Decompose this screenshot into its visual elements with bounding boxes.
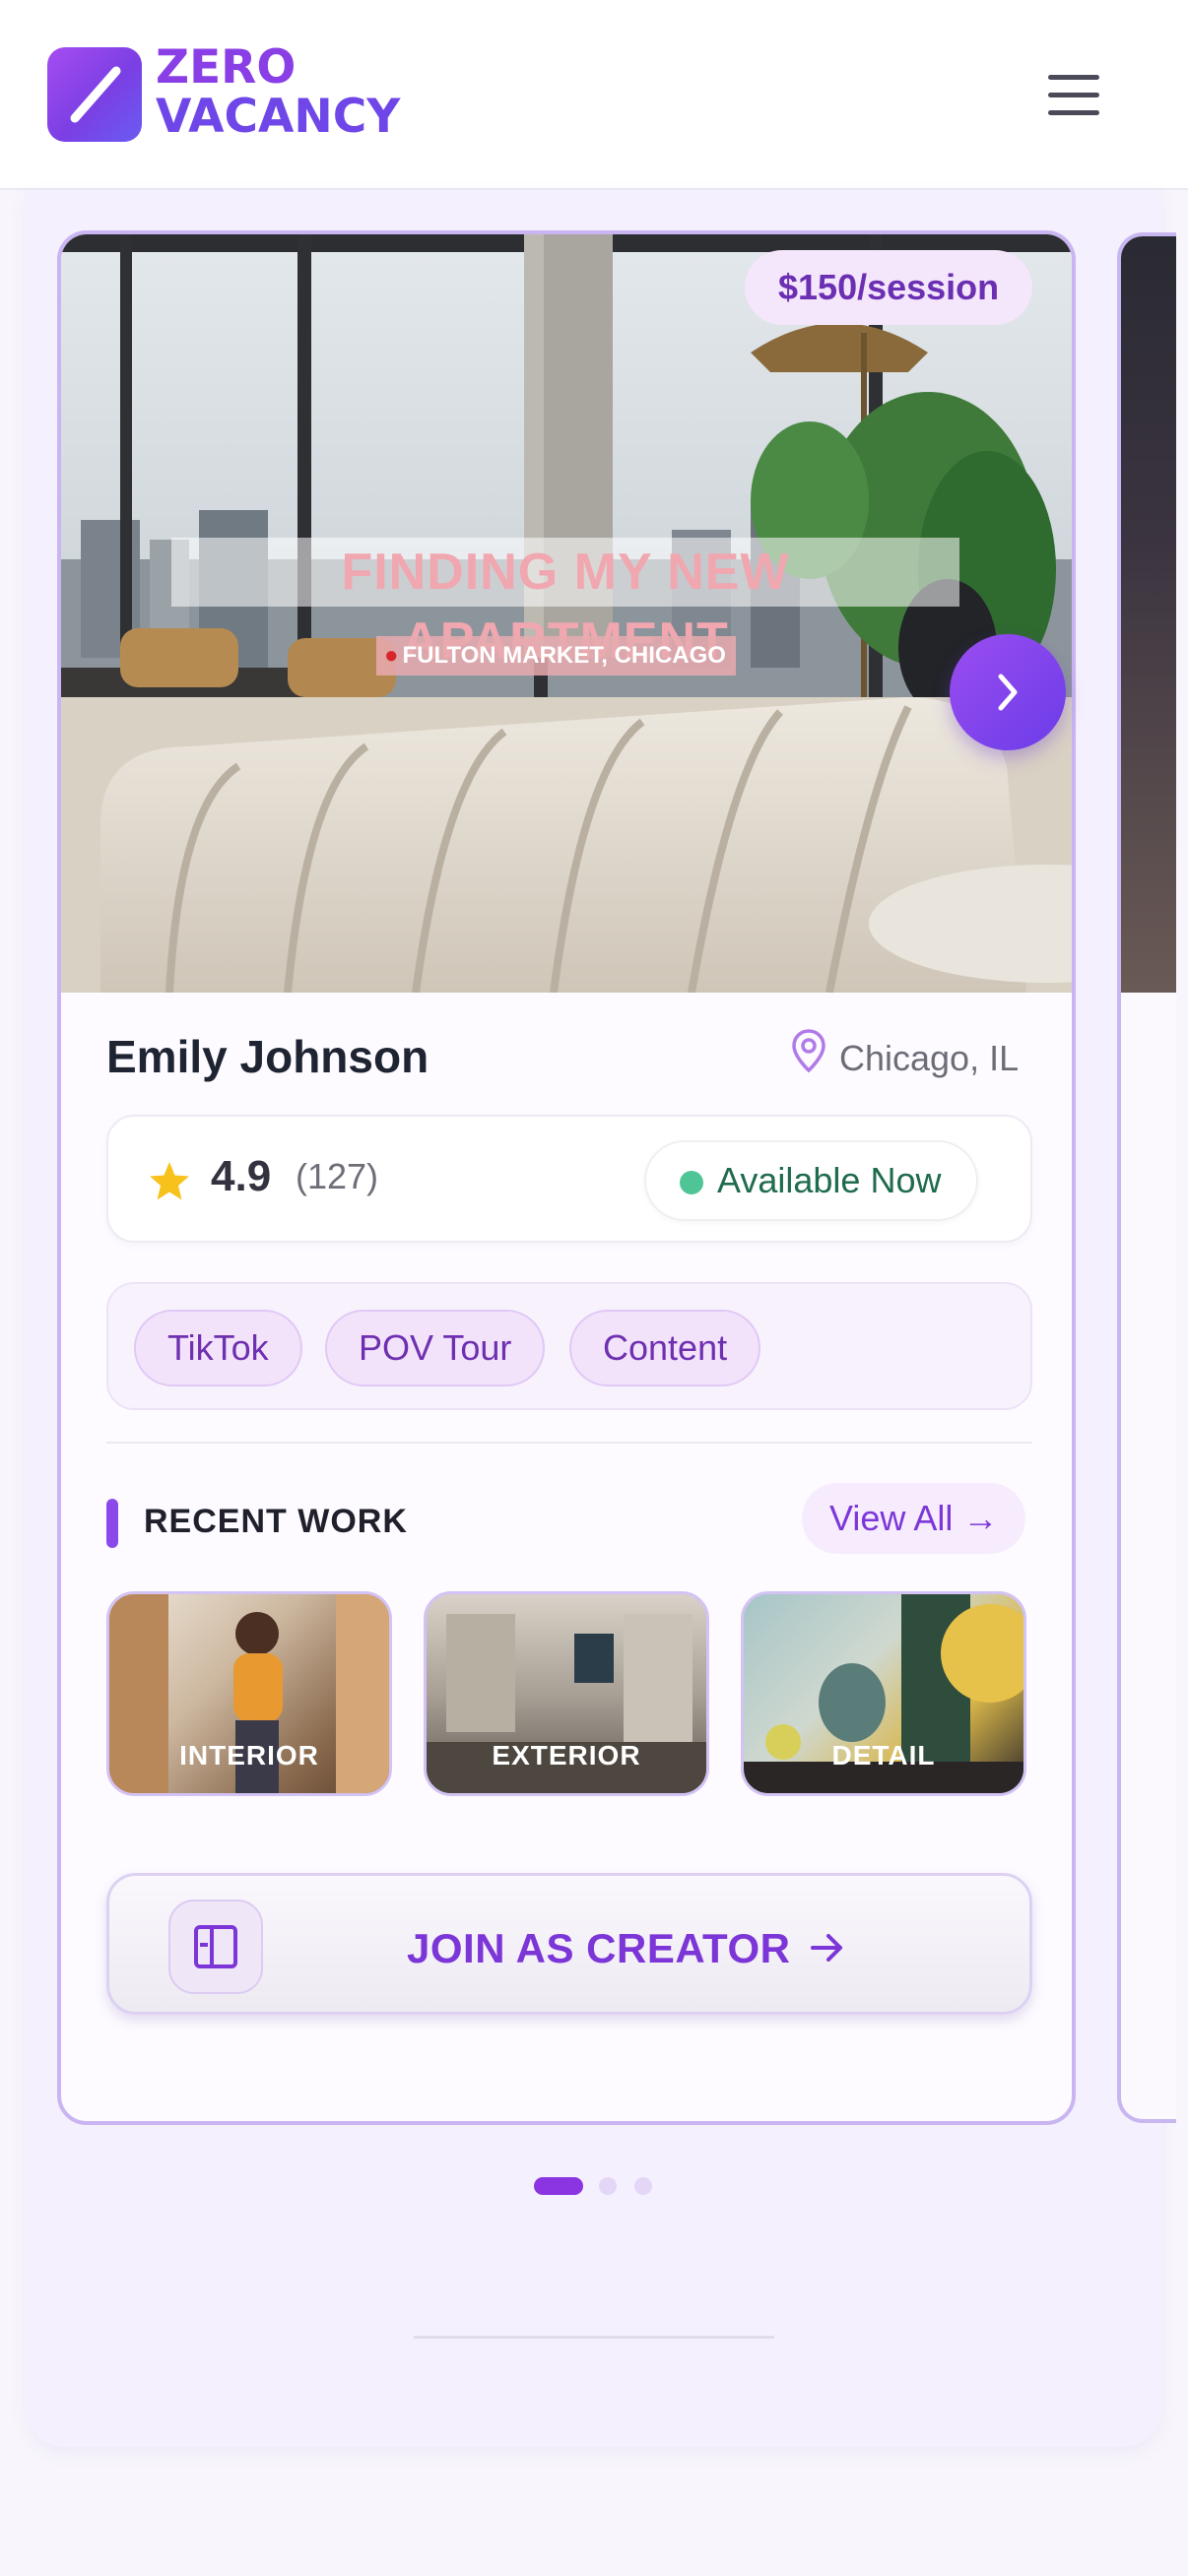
- carousel-next-button[interactable]: [950, 634, 1066, 750]
- section-accent-bar: [106, 1499, 118, 1548]
- brand-line-1: ZERO: [156, 40, 297, 95]
- tag-tiktok[interactable]: TikTok: [134, 1310, 302, 1386]
- thumb-label-interior: INTERIOR: [179, 1740, 319, 1771]
- app-header: ZERO VACANCY: [0, 0, 1188, 190]
- section-divider: [106, 1442, 1032, 1444]
- hero-location-text: FULTON MARKET, CHICAGO: [402, 642, 726, 669]
- join-as-creator-button[interactable]: JOIN AS CREATOR: [106, 1873, 1032, 2015]
- creator-card: $150/session FINDING MY NEW APARTMENT ●F…: [57, 230, 1076, 2125]
- location-pin-icon: [790, 1028, 827, 1089]
- pagination-dot-active[interactable]: [534, 2177, 583, 2195]
- hero-caption-title: FINDING MY NEW APARTMENT: [171, 538, 959, 670]
- join-button-label: JOIN AS CREATOR: [407, 1925, 791, 1971]
- creator-location: Chicago, IL: [790, 1028, 1019, 1083]
- availability-text: Available Now: [717, 1160, 942, 1200]
- location-text: Chicago, IL: [839, 1038, 1020, 1078]
- brand-wordmark[interactable]: ZERO VACANCY: [156, 43, 400, 142]
- arrow-right-icon: [807, 1927, 848, 1973]
- recent-work-exterior[interactable]: EXTERIOR: [424, 1591, 709, 1796]
- thumb-label-detail: DETAIL: [831, 1740, 936, 1771]
- next-card-peek[interactable]: [1117, 232, 1176, 2123]
- layout-panel-icon: [168, 1900, 263, 1994]
- brand-line-2: VACANCY: [156, 90, 401, 144]
- price-badge: $150/session: [745, 250, 1033, 325]
- availability-badge: Available Now: [644, 1140, 979, 1221]
- recent-work-interior[interactable]: INTERIOR: [106, 1591, 392, 1796]
- hamburger-menu-icon[interactable]: [1044, 71, 1105, 120]
- status-dot-icon: [680, 1171, 703, 1194]
- view-all-link[interactable]: View All →: [802, 1483, 1026, 1554]
- thumb-label-exterior: EXTERIOR: [492, 1740, 641, 1771]
- hero-image[interactable]: $150/session FINDING MY NEW APARTMENT ●F…: [61, 234, 1072, 993]
- chevron-right-icon: [998, 674, 1018, 711]
- review-count: (127): [296, 1156, 379, 1196]
- bottom-divider: [414, 2336, 774, 2339]
- hero-caption-location: ● FULTON MARKET, CHICAGO: [376, 636, 736, 676]
- tags-row: TikTok POV Tour Content: [106, 1282, 1032, 1410]
- rating-value: 4.9: [211, 1152, 272, 1200]
- recent-work-title: RECENT WORK: [144, 1503, 408, 1540]
- creator-name: Emily Johnson: [106, 1031, 429, 1082]
- logo-icon[interactable]: [47, 47, 142, 142]
- pagination-dot-2[interactable]: [599, 2177, 617, 2195]
- carousel-pagination: [0, 2174, 1188, 2195]
- star-icon: [146, 1158, 193, 1210]
- rating-row: 4.9 (127) Available Now: [106, 1115, 1032, 1243]
- tag-content[interactable]: Content: [569, 1310, 761, 1386]
- pagination-dot-3[interactable]: [634, 2177, 652, 2195]
- tag-pov-tour[interactable]: POV Tour: [325, 1310, 546, 1386]
- recent-work-detail[interactable]: DETAIL: [741, 1591, 1026, 1796]
- map-pin-icon: ●: [384, 642, 399, 669]
